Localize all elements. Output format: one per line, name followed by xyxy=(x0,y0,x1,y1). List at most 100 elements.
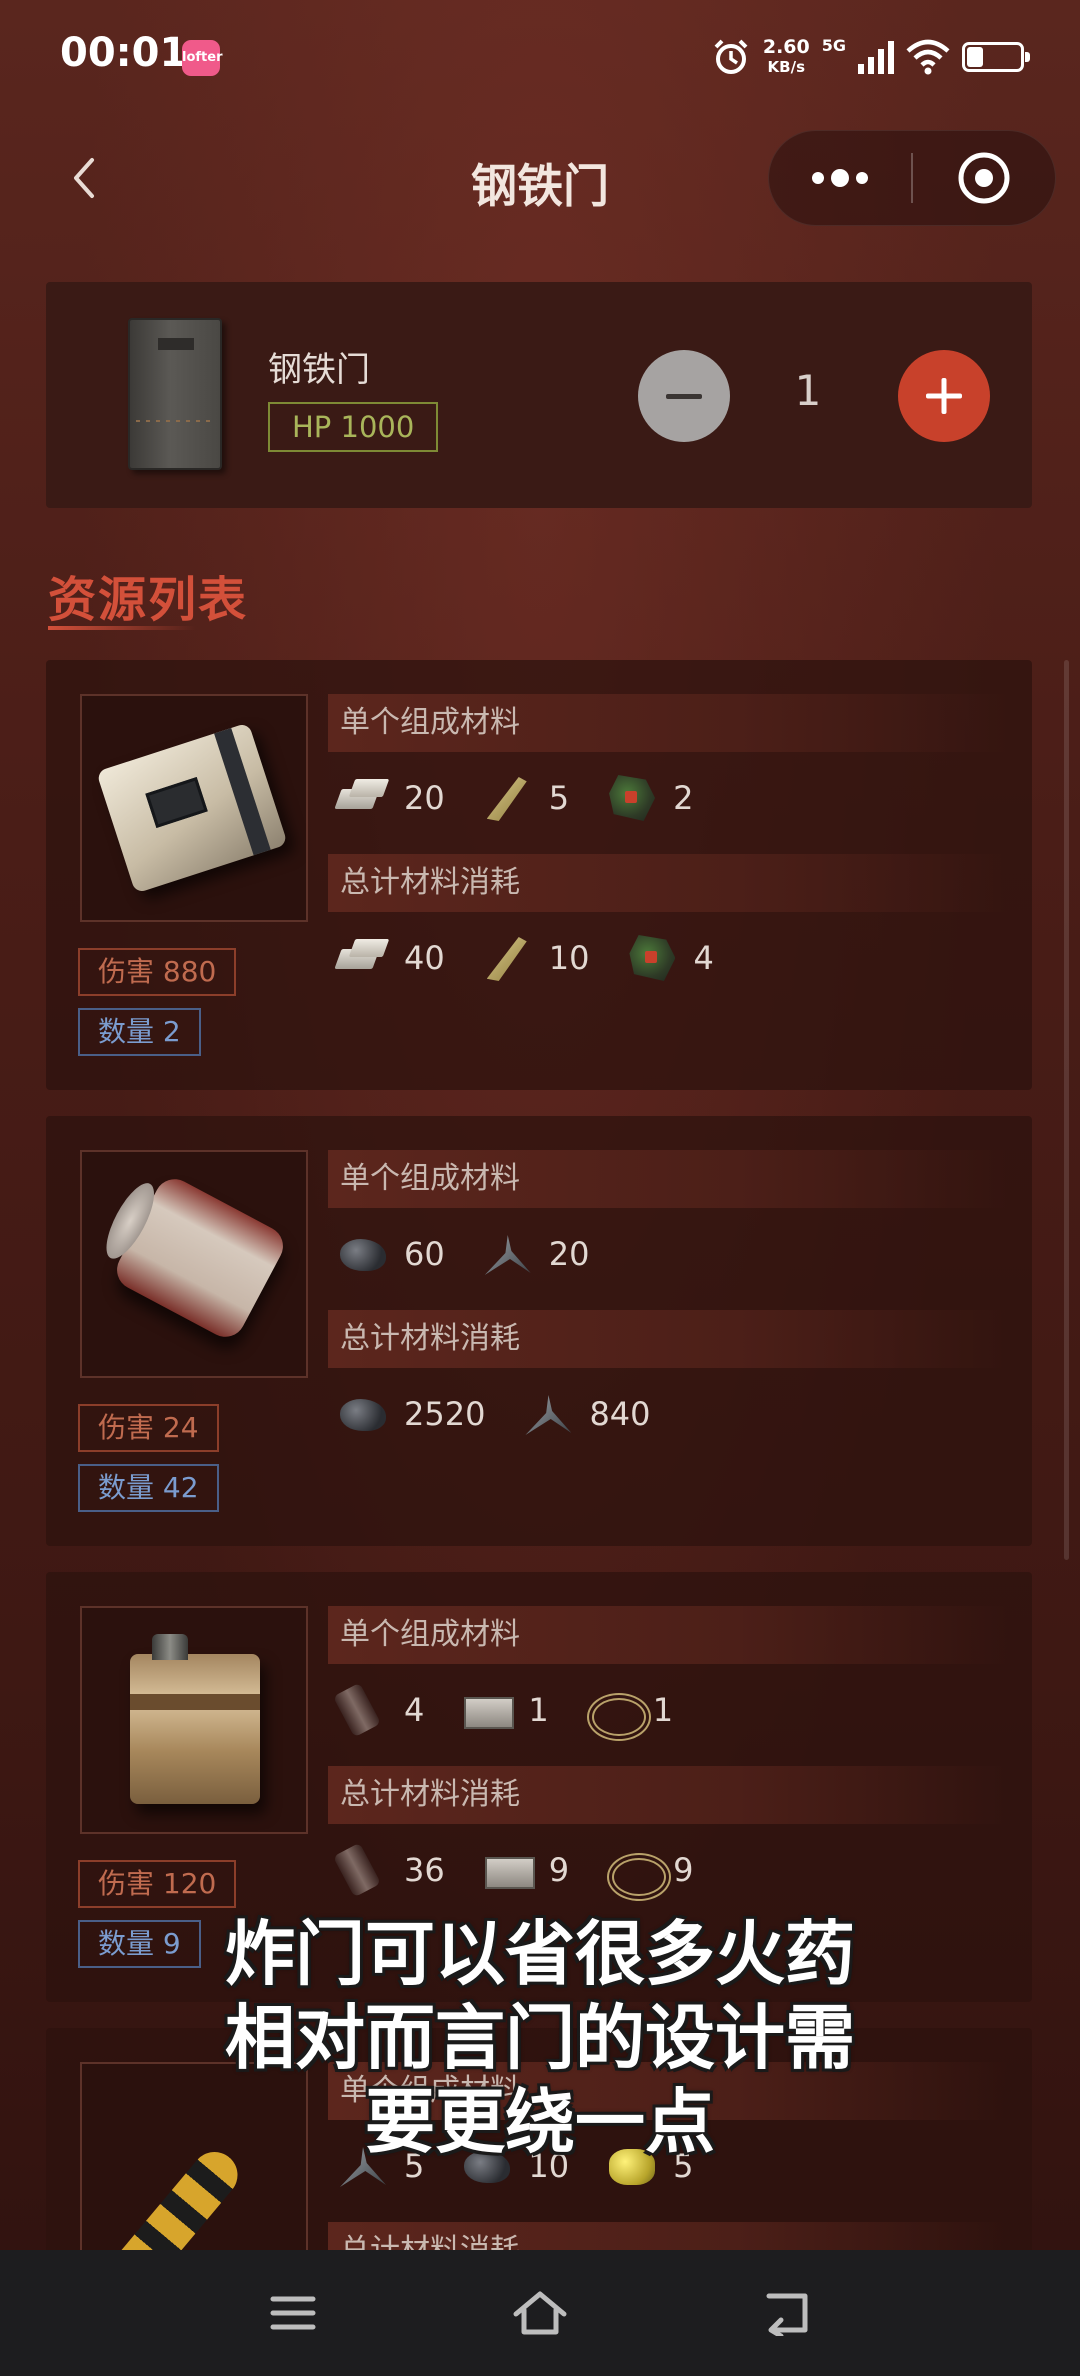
material-item: 5 xyxy=(479,773,569,823)
material-item: 10 xyxy=(479,933,590,983)
damage-tag: 伤害 880 xyxy=(78,948,237,996)
resource-image-c4 xyxy=(80,694,308,922)
metal-frag-icon xyxy=(479,1229,537,1279)
resource-card[interactable]: 伤害 880 数量 2 单个组成材料 20 5 2 总计材料消耗 40 10 4 xyxy=(46,660,1032,1090)
material-amount: 4 xyxy=(404,1691,425,1729)
count-tag: 数量 2 xyxy=(78,1008,201,1056)
total-materials-title: 总计材料消耗 xyxy=(328,854,1008,912)
total-materials-title: 总计材料消耗 xyxy=(328,2222,1008,2250)
material-item: 20 xyxy=(334,773,445,823)
beancan-icon xyxy=(334,1845,392,1895)
metal-fragments-icon xyxy=(334,773,392,823)
status-icons: 2.60 KB/s 5G xyxy=(711,32,1030,82)
damage-tag: 伤害 24 xyxy=(78,1404,219,1452)
material-item: 4 xyxy=(334,1685,424,1735)
decrease-quantity-button[interactable] xyxy=(638,350,730,442)
total-materials-title: 总计材料消耗 xyxy=(328,1310,1008,1368)
material-amount: 2520 xyxy=(404,1395,486,1433)
material-item: 9 xyxy=(479,1845,569,1895)
material-item: 9 xyxy=(603,1845,694,1901)
single-materials-row: 4 1 1 xyxy=(334,1680,707,1741)
item-header-card: 钢铁门 HP 1000 1 xyxy=(46,282,1032,508)
material-item: 36 xyxy=(334,1845,445,1895)
material-item: 40 xyxy=(334,933,445,983)
network-type: 5G xyxy=(821,35,846,55)
system-navigation-bar xyxy=(0,2250,1080,2376)
network-speed-value: 2.60 xyxy=(762,36,810,58)
tech-trash-icon xyxy=(623,933,681,983)
more-button[interactable] xyxy=(769,131,911,225)
charcoal-icon xyxy=(334,1389,392,1439)
alarm-icon xyxy=(714,39,748,74)
clock: 00:01 xyxy=(60,30,188,76)
damage-tag: 伤害 120 xyxy=(78,1860,237,1908)
material-amount: 4 xyxy=(693,939,714,977)
material-amount: 5 xyxy=(548,779,570,817)
item-name: 钢铁门 xyxy=(268,350,370,390)
single-materials-row: 20 5 2 xyxy=(334,768,727,828)
back-nav-button[interactable] xyxy=(747,2273,827,2353)
menu-icon xyxy=(270,2296,316,2330)
cloth-icon xyxy=(479,933,537,983)
beancan-grenade-image xyxy=(110,1172,290,1344)
battery-fill xyxy=(967,47,983,67)
material-amount: 1 xyxy=(528,1691,549,1729)
subtitle-line-2: 相对而言门的设计需 xyxy=(225,1997,855,2079)
close-mini-program-button[interactable] xyxy=(913,131,1055,225)
navigation-bar: 钢铁门 xyxy=(0,128,1080,228)
material-amount: 9 xyxy=(548,1851,570,1889)
material-amount: 20 xyxy=(548,1235,590,1273)
resource-card[interactable]: 伤害 24 数量 42 单个组成材料 60 20 总计材料消耗 2520 840 xyxy=(46,1116,1032,1546)
material-item: 840 xyxy=(519,1389,650,1439)
menu-button[interactable] xyxy=(253,2273,333,2353)
total-materials-row: 2520 840 xyxy=(334,1384,685,1444)
material-amount: 60 xyxy=(404,1235,445,1273)
material-amount: 10 xyxy=(548,939,590,977)
material-item: 2 xyxy=(603,773,693,823)
count-tag: 数量 42 xyxy=(78,1464,219,1512)
scrollbar[interactable] xyxy=(1064,660,1069,1560)
hp-badge: HP 1000 xyxy=(268,402,439,452)
rope-icon xyxy=(583,1685,651,1741)
section-title-underline xyxy=(48,626,196,630)
material-amount: 36 xyxy=(404,1851,445,1889)
network-speed-unit: KB/s xyxy=(767,58,806,76)
small-stash-icon xyxy=(458,1685,516,1735)
target-close-icon xyxy=(958,152,1010,204)
quantity-value: 1 xyxy=(794,366,822,415)
material-amount: 20 xyxy=(404,779,445,817)
mini-program-capsule xyxy=(768,130,1056,226)
material-amount: 2 xyxy=(673,779,694,817)
material-amount: 840 xyxy=(589,1395,651,1433)
resource-image-satchel xyxy=(80,1606,308,1834)
c4-explosive-image xyxy=(96,722,288,894)
video-subtitles: 炸门可以省很多火药 相对而言门的设计需 要更绕一点 xyxy=(0,1912,1080,2164)
metal-fragments-icon xyxy=(334,933,392,983)
more-dots-icon xyxy=(812,169,868,187)
subtitle-line-3: 要更绕一点 xyxy=(365,2081,715,2163)
satchel-charge-image xyxy=(130,1634,260,1804)
total-materials-row: 36 9 9 xyxy=(334,1840,727,1901)
tech-trash-icon xyxy=(603,773,661,823)
network-speed: 2.60 KB/s xyxy=(763,37,810,77)
steel-door-image xyxy=(128,318,222,470)
home-button[interactable] xyxy=(500,2273,580,2353)
metal-frag-icon xyxy=(519,1389,577,1439)
total-materials-title: 总计材料消耗 xyxy=(328,1766,1008,1824)
single-materials-row: 60 20 xyxy=(334,1224,623,1284)
charcoal-icon xyxy=(334,1229,392,1279)
material-amount: 1 xyxy=(652,1691,674,1729)
single-materials-title: 单个组成材料 xyxy=(328,694,1008,752)
signal-icon xyxy=(858,41,894,74)
increase-quantity-button[interactable] xyxy=(898,350,990,442)
material-item: 20 xyxy=(479,1229,590,1279)
material-item: 60 xyxy=(334,1229,445,1279)
cloth-icon xyxy=(479,773,537,823)
single-materials-title: 单个组成材料 xyxy=(328,1606,1008,1664)
subtitle-line-1: 炸门可以省很多火药 xyxy=(225,1913,855,1995)
beancan-icon xyxy=(334,1685,392,1735)
material-item: 1 xyxy=(458,1685,549,1735)
material-amount: 40 xyxy=(404,939,445,977)
material-amount: 9 xyxy=(673,1851,694,1889)
single-materials-title: 单个组成材料 xyxy=(328,1150,1008,1208)
